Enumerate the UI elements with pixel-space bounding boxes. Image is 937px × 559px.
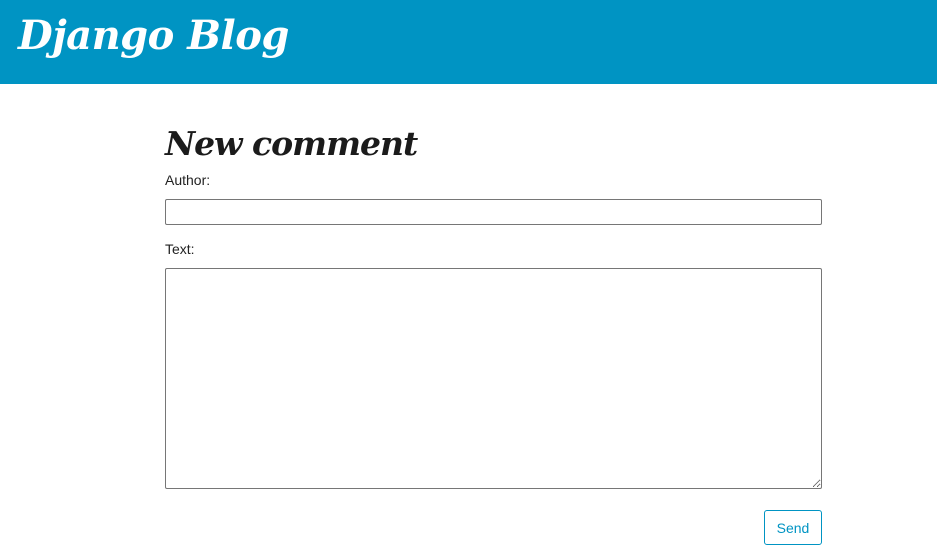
site-title-link[interactable]: Django Blog (18, 8, 289, 64)
page-title: New comment (165, 124, 418, 163)
send-button[interactable]: Send (764, 510, 822, 545)
site-header: Django Blog (0, 0, 937, 84)
text-textarea[interactable] (165, 268, 822, 489)
author-label: Author: (165, 172, 211, 188)
text-label: Text: (165, 241, 195, 257)
author-input[interactable] (165, 199, 822, 225)
